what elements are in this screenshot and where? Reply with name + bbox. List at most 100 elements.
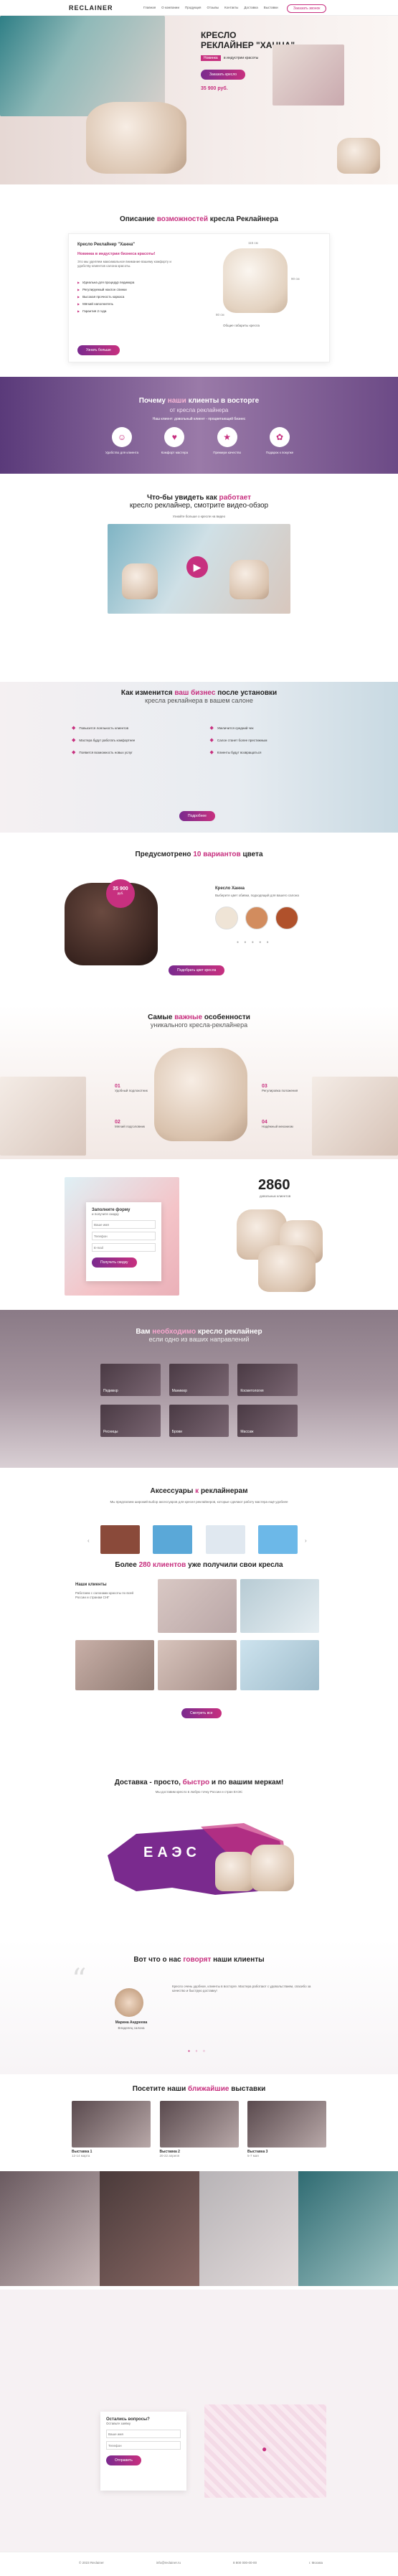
exhibition-date: 5-7 мая (247, 2154, 259, 2158)
direction-label: Ресницы (103, 1430, 118, 1434)
features-photo-right (312, 1077, 398, 1156)
accessories-heading: Аксессуары к реклайнерам (150, 1487, 248, 1495)
exhibition-card[interactable]: Выставка 2 20-22 апреля (159, 2101, 239, 2158)
reviewer-role: Владелец салона (118, 2026, 145, 2030)
description-lead: Новинка в индустрии бизнеса красоты! (77, 252, 156, 256)
color-swatch-1[interactable] (215, 907, 238, 929)
delivery-chair-2 (251, 1845, 294, 1891)
play-icon[interactable]: ▶ (186, 556, 208, 578)
feature-item: ▶ Гарантия 2 года (77, 309, 192, 313)
exhibitions-heading: Посетите наши ближайшие выставки (132, 2085, 266, 2093)
features-section: Самые важные особенности уникального крес… (0, 1005, 398, 1159)
exhibition-card[interactable]: Выставка 1 12-14 марта (72, 2101, 151, 2158)
direction-card[interactable]: Маникюр (169, 1364, 229, 1396)
diamond-icon: ◆ (72, 750, 76, 755)
exhibition-photo (72, 2101, 151, 2148)
diamond-icon: ◆ (209, 738, 214, 743)
change-text: Салон станет более престижным (217, 738, 267, 742)
contact-card: Остались вопросы? Оставьте заявку Отправ… (100, 2412, 186, 2491)
call-button[interactable]: Заказать звонок (287, 4, 327, 13)
footer-items: © 2023 Reclainer info@reclainer.ru 8 800 0… (79, 2561, 323, 2565)
reviewer-avatar (115, 1988, 143, 2017)
color-swatch-2[interactable] (245, 907, 268, 929)
footer-item: info@reclainer.ru (156, 2561, 181, 2565)
gift-icon: ✿ (269, 427, 290, 447)
video-heading: Что-бы увидеть как работает кресло реклай… (129, 494, 269, 510)
input-field[interactable] (92, 1243, 156, 1252)
features-photo-left (0, 1077, 86, 1156)
benefits-tagline: Наш клиент: довольный клиент - процветаю… (152, 417, 246, 421)
direction-label: Педикюр (103, 1389, 118, 1393)
main-nav: Главная О компании Продукция Отзывы Контакты… (143, 6, 278, 9)
footer: © 2023 Reclainer info@reclainer.ru 8 800 0… (0, 2552, 398, 2576)
nav-link-6[interactable]: Доставка (244, 6, 257, 9)
logo[interactable]: RECLAINER (69, 4, 113, 11)
hero-order-button[interactable]: Заказать кресло (201, 70, 246, 80)
contact-submit-button[interactable]: Отправить (106, 2455, 141, 2466)
nav-link-3[interactable]: Продукция (185, 6, 202, 9)
input-field[interactable] (92, 1220, 156, 1230)
form-subtitle: и получите скидку (92, 1212, 119, 1216)
reviewer-name: Марина Андреева (115, 2020, 148, 2025)
gallery-photo-1 (0, 2171, 100, 2286)
direction-card[interactable]: Педикюр (100, 1364, 161, 1396)
callout-text: Удобный подлокотник (115, 1089, 148, 1092)
callout-number: 01 (115, 1084, 120, 1089)
hero-tagline: в индустрии красоты (224, 56, 259, 60)
hero-chair-reclined (337, 138, 380, 174)
callout-text: Мягкий подголовник (115, 1125, 146, 1128)
direction-label: Маникюр (171, 1389, 187, 1393)
diamond-icon: ◆ (209, 726, 214, 731)
nav-link-1[interactable]: Главная (143, 6, 156, 9)
clients-lead: Наши клиенты (75, 1583, 107, 1587)
pick-color-button[interactable]: Подобрать цвет кресла (169, 965, 225, 975)
input-field[interactable] (106, 2430, 181, 2439)
accessories-next-arrow[interactable]: › (305, 1537, 307, 1544)
exhibitions-section: Посетите наши ближайшие выставки Выставк… (0, 2078, 398, 2171)
nav-link-5[interactable]: Контакты (224, 6, 238, 9)
quote-icon: “ (72, 1963, 87, 1996)
review-pager[interactable]: ● ○ ○ (188, 2049, 207, 2053)
nav-link-2[interactable]: О компании (161, 6, 179, 9)
heart-icon: ♥ (164, 427, 185, 447)
clients-see-all-button[interactable]: Смотреть все (181, 1708, 222, 1718)
form-submit-button[interactable]: Получить скидку (92, 1257, 137, 1268)
benefit-items: ☺ Удобство для клиента ♥ Комфорт мастера ★ Пр… (100, 427, 301, 454)
video-player[interactable]: ▶ (108, 524, 290, 614)
accessories-prev-arrow[interactable]: ‹ (87, 1537, 90, 1544)
nav-link-7[interactable]: Выставки (264, 6, 278, 9)
client-photo-2 (240, 1579, 319, 1633)
nav-link-4[interactable]: Отзывы (207, 6, 218, 9)
direction-card[interactable]: Массаж (237, 1405, 298, 1437)
exhibition-card[interactable]: Выставка 3 5-7 мая (247, 2101, 326, 2158)
benefit-text: Комфорт мастера (161, 451, 189, 454)
change-list: ◆ Повысится лояльность клиентов ◆ Увеличитс… (72, 725, 330, 755)
diamond-icon: ◆ (209, 750, 214, 755)
change-more-button[interactable]: Подробнее (179, 811, 215, 821)
footer-item: г. Москва (309, 2561, 323, 2565)
client-photo-1 (158, 1579, 237, 1633)
input-field[interactable] (106, 2441, 181, 2450)
color-swatch-3[interactable] (275, 907, 298, 929)
benefit-item: ★ Премиум качество (206, 427, 249, 454)
direction-label: Массаж (240, 1430, 254, 1434)
direction-card[interactable]: Косметология (237, 1364, 298, 1396)
learn-more-button[interactable]: Узнать больше (77, 345, 120, 355)
benefit-text: Удобство для клиента (105, 451, 139, 454)
form-chair-group-3 (258, 1245, 316, 1292)
arrow-icon: ▶ (77, 288, 80, 291)
feature-text: Высокая прочность каркаса (82, 295, 125, 299)
contact-section: Остались вопросы? Оставьте заявку Отправ… (0, 2290, 398, 2552)
benefit-text: Подарок к покупке (265, 451, 294, 454)
dim-depth: 80 см (216, 313, 224, 317)
gallery-photo-4 (298, 2171, 398, 2286)
footer-item: 8 800 000-00-00 (232, 2561, 257, 2565)
chair-diagram (223, 248, 288, 313)
input-field[interactable] (92, 1232, 156, 1241)
direction-card[interactable]: Брови (169, 1405, 229, 1437)
contact-map[interactable]: ● (204, 2404, 326, 2498)
direction-card[interactable]: Ресницы (100, 1405, 161, 1437)
feature-callout: 02 Мягкий подголовник (115, 1120, 158, 1128)
callout-text: Надёжный механизм (262, 1125, 293, 1128)
colors-heading: Предусмотрено 10 вариантов цвета (135, 851, 263, 858)
